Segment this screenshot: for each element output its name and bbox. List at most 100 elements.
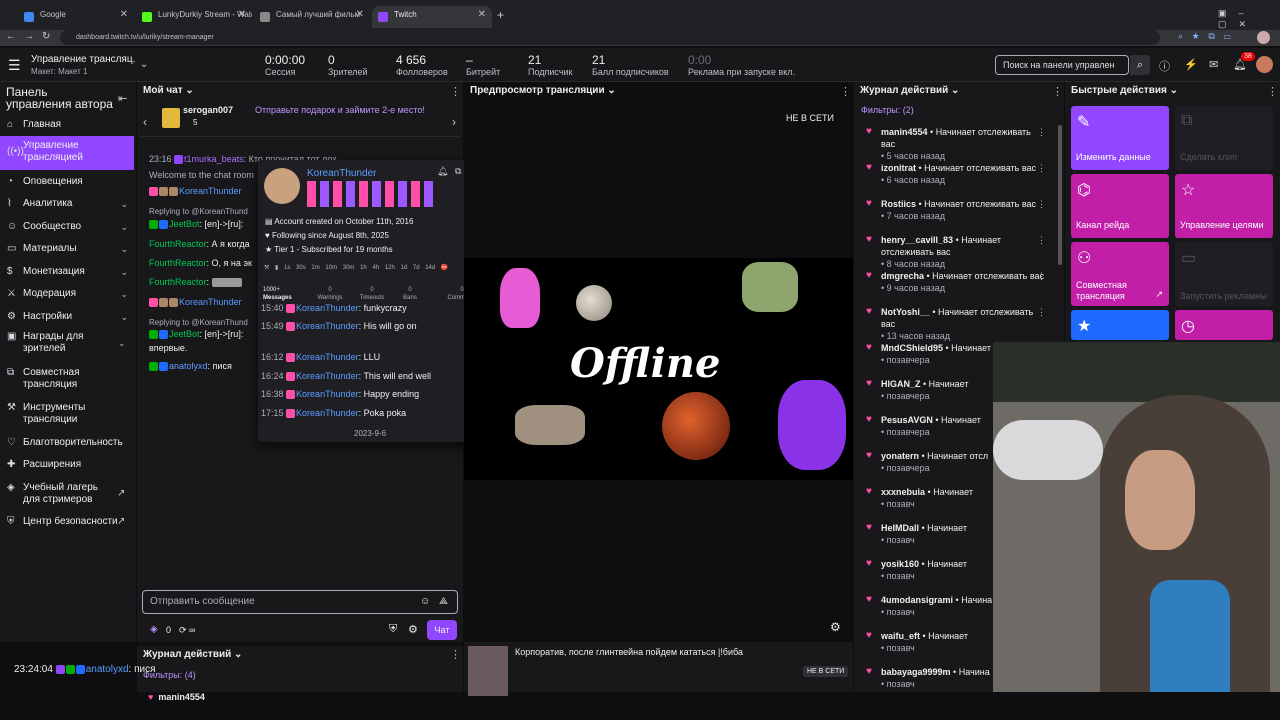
hamburger-menu-icon[interactable]: ☰: [8, 57, 21, 74]
tab-warnings[interactable]: 0 Warnings: [310, 286, 350, 302]
sidebar-item-community[interactable]: ☺ Сообщество ⌄: [0, 217, 136, 237]
sidebar-item-monetization[interactable]: $ Монетизация ⌄: [0, 262, 136, 282]
collab-icon: ⧉: [7, 367, 15, 378]
external-link-icon[interactable]: ↗: [117, 516, 125, 527]
activity-item[interactable]: ♥ izonitrat • Начинает отслеживать вас • 6…: [866, 162, 1046, 186]
cat-astronaut-image: [778, 380, 846, 470]
chevron-left-icon[interactable]: ‹: [143, 115, 147, 129]
activity-item[interactable]: ♥ dmgrecha • Начинает отслеживать вас • 9 …: [866, 270, 1046, 294]
timer-icon: ◷: [1181, 318, 1195, 335]
sidebar-item-settings[interactable]: ⚙ Настройки ⌄: [0, 307, 136, 327]
more-options-icon[interactable]: ⋮: [1037, 198, 1046, 210]
more-options-icon[interactable]: ⋮: [450, 648, 461, 661]
sidebar-item-collab[interactable]: ⧉ Совместная трансляция: [0, 367, 110, 393]
bottom-activity-title[interactable]: Журнал действий ⌄: [137, 646, 242, 664]
quick-action-run-ad[interactable]: ▭Запустить рекламный ролик: [1175, 242, 1273, 306]
quick-action-raid[interactable]: ⌬ Канал рейда: [1071, 174, 1169, 238]
chat-title[interactable]: Мой чат ⌄: [137, 82, 194, 100]
help-icon[interactable]: ⓘ: [1159, 58, 1170, 74]
browser-tab[interactable]: Самый лучший фильм ✕: [254, 6, 370, 28]
nav-buttons[interactable]: ←→↻: [6, 31, 58, 42]
window-controls[interactable]: ▣–▢✕: [1218, 8, 1280, 30]
sidebar-item-moderation[interactable]: ⚔ Модерация ⌄: [0, 284, 136, 304]
sidebar-item-content[interactable]: ▭ Материалы ⌄: [0, 239, 136, 259]
sidebar-item-extensions[interactable]: ✚ Расширения: [0, 455, 136, 475]
stream-title[interactable]: Корпоратив, после глинтвейна пойдем ката…: [515, 647, 780, 657]
chevron-right-icon[interactable]: ›: [452, 115, 456, 129]
search-icon[interactable]: ⌕: [1130, 55, 1150, 75]
star-icon: ☆: [1181, 182, 1196, 199]
sidebar-item-charity[interactable]: ♡ Благотворительность: [0, 433, 136, 453]
external-link-icon[interactable]: ↗: [117, 488, 125, 499]
translate-icon[interactable]: ⟁: [439, 596, 448, 607]
more-options-icon[interactable]: ⋮: [1037, 234, 1046, 246]
gear-icon[interactable]: ⚙: [830, 620, 841, 634]
chevron-down-icon[interactable]: ⌄: [118, 338, 126, 349]
more-options-icon[interactable]: ⋮: [1052, 85, 1063, 98]
quick-action-edit-info[interactable]: ✎ Изменить данные: [1071, 106, 1169, 170]
quick-action-clip[interactable]: ⧉ Сделать клип: [1175, 106, 1273, 170]
sidebar-item-rewards[interactable]: ▣ Награды для зрителей: [0, 331, 110, 357]
layout-label[interactable]: Макет: Макет 1: [31, 67, 87, 76]
extension-icon[interactable]: ⚡: [1184, 58, 1198, 71]
close-icon[interactable]: ✕: [478, 9, 486, 20]
tab-bans[interactable]: 0 Bans: [392, 286, 428, 302]
sidebar-item-analytics[interactable]: ⌇ Аналитика ⌄: [0, 194, 136, 214]
log-message: 15:49 KoreanThunder: His will go on: [261, 321, 417, 332]
browser-tab-active[interactable]: Twitch ✕: [372, 6, 492, 28]
profile-avatar[interactable]: [1257, 31, 1270, 44]
sidebar-item-stream-manager[interactable]: ((•)) Управление трансляцией: [0, 136, 134, 170]
quick-action-goals[interactable]: ☆ Управление целями: [1175, 174, 1273, 238]
browser-tab[interactable]: LunkyDurkiy Stream - Watch Li ✕: [136, 6, 252, 28]
user-badges: [307, 181, 435, 207]
quick-action-blue[interactable]: ★: [1071, 310, 1169, 340]
new-tab-button[interactable]: +: [497, 8, 504, 22]
emote-picker-icon[interactable]: ☺: [420, 596, 430, 607]
timeout-options[interactable]: ⚒ ▮ 1s 30s 1m 10m 30m 1h 4h 12h 1d 7d 14…: [264, 264, 479, 278]
activity-filters[interactable]: Фильтры: (2): [861, 105, 914, 115]
close-icon[interactable]: ✕: [356, 9, 364, 20]
more-options-icon[interactable]: ⋮: [450, 85, 461, 98]
browser-tab[interactable]: Google ✕: [18, 6, 134, 28]
tab-timeouts[interactable]: 0 Timeouts: [352, 286, 392, 302]
activity-item[interactable]: ♥ NotYoshi__ • Начинает отслеживать вас • …: [866, 306, 1046, 342]
sidebar-item-home[interactable]: ⌂ Главная: [0, 115, 136, 135]
preview-title[interactable]: Предпросмотр трансляции ⌄: [464, 82, 616, 100]
channel-points-icon[interactable]: ◈: [150, 624, 158, 635]
activity-item[interactable]: ♥ Rostiics • Начинает отслеживать вас • 7 …: [866, 198, 1046, 222]
close-icon[interactable]: ✕: [238, 9, 246, 20]
user-card-name[interactable]: KoreanThunder: [307, 168, 377, 179]
gear-icon[interactable]: ⚙: [408, 623, 418, 636]
close-icon[interactable]: ✕: [120, 9, 128, 20]
shield-icon[interactable]: ⛨: [389, 623, 397, 636]
quick-action-timer[interactable]: ◷: [1175, 310, 1273, 340]
url-input[interactable]: dashboard.twitch.tv/u/luriky/stream-mana…: [60, 30, 1160, 45]
collapse-sidebar-icon[interactable]: ⇤: [118, 92, 127, 105]
activity-item[interactable]: ♥ henry__cavill_83 • Начинает отслеживать…: [866, 234, 1046, 270]
more-options-icon[interactable]: ⋮: [840, 85, 851, 98]
user-avatar[interactable]: [1256, 56, 1273, 73]
activity-title[interactable]: Журнал действий ⌄: [854, 82, 959, 100]
more-options-icon[interactable]: ⋮: [1037, 270, 1046, 282]
more-options-icon[interactable]: ⋮: [1037, 162, 1046, 174]
more-options-icon[interactable]: ⋮: [1037, 306, 1046, 318]
quick-action-collab[interactable]: ⚇ Совместная трансляция ↗: [1071, 242, 1169, 306]
more-options-icon[interactable]: ⋮: [1037, 126, 1046, 138]
more-options-icon[interactable]: ⋮: [1267, 85, 1278, 98]
sidebar-item-academy[interactable]: ◈ Учебный лагерь для стримеров: [0, 482, 110, 508]
activity-item[interactable]: ♥ manin4554 • Начинает отслеживать вас • 5…: [866, 126, 1046, 162]
sidebar-item-safety[interactable]: ⛨ Центр безопасности: [0, 512, 136, 532]
mail-icon[interactable]: ✉: [1209, 58, 1218, 71]
browser-toolbar-icons[interactable]: ⌕★⧉▭: [1178, 31, 1240, 42]
chevron-down-icon[interactable]: ⌄: [140, 59, 148, 70]
sidebar-item-stream-tools[interactable]: ⚒ Инструменты трансляции: [0, 402, 110, 428]
sidebar-item-alerts[interactable]: ◔ Оповещения: [0, 172, 136, 192]
chat-input[interactable]: Отправить сообщение: [142, 590, 458, 614]
tab-messages[interactable]: 1000+ Messages: [263, 286, 311, 302]
bell-icon[interactable]: 🔔︎: [437, 166, 448, 177]
scrollbar[interactable]: [1058, 125, 1062, 265]
send-chat-button[interactable]: Чат: [427, 620, 457, 640]
quick-actions-title[interactable]: Быстрые действия ⌄: [1065, 82, 1178, 100]
dashboard-search-input[interactable]: Поиск на панели управлен: [995, 55, 1129, 75]
pin-icon[interactable]: ⧉: [455, 166, 461, 177]
